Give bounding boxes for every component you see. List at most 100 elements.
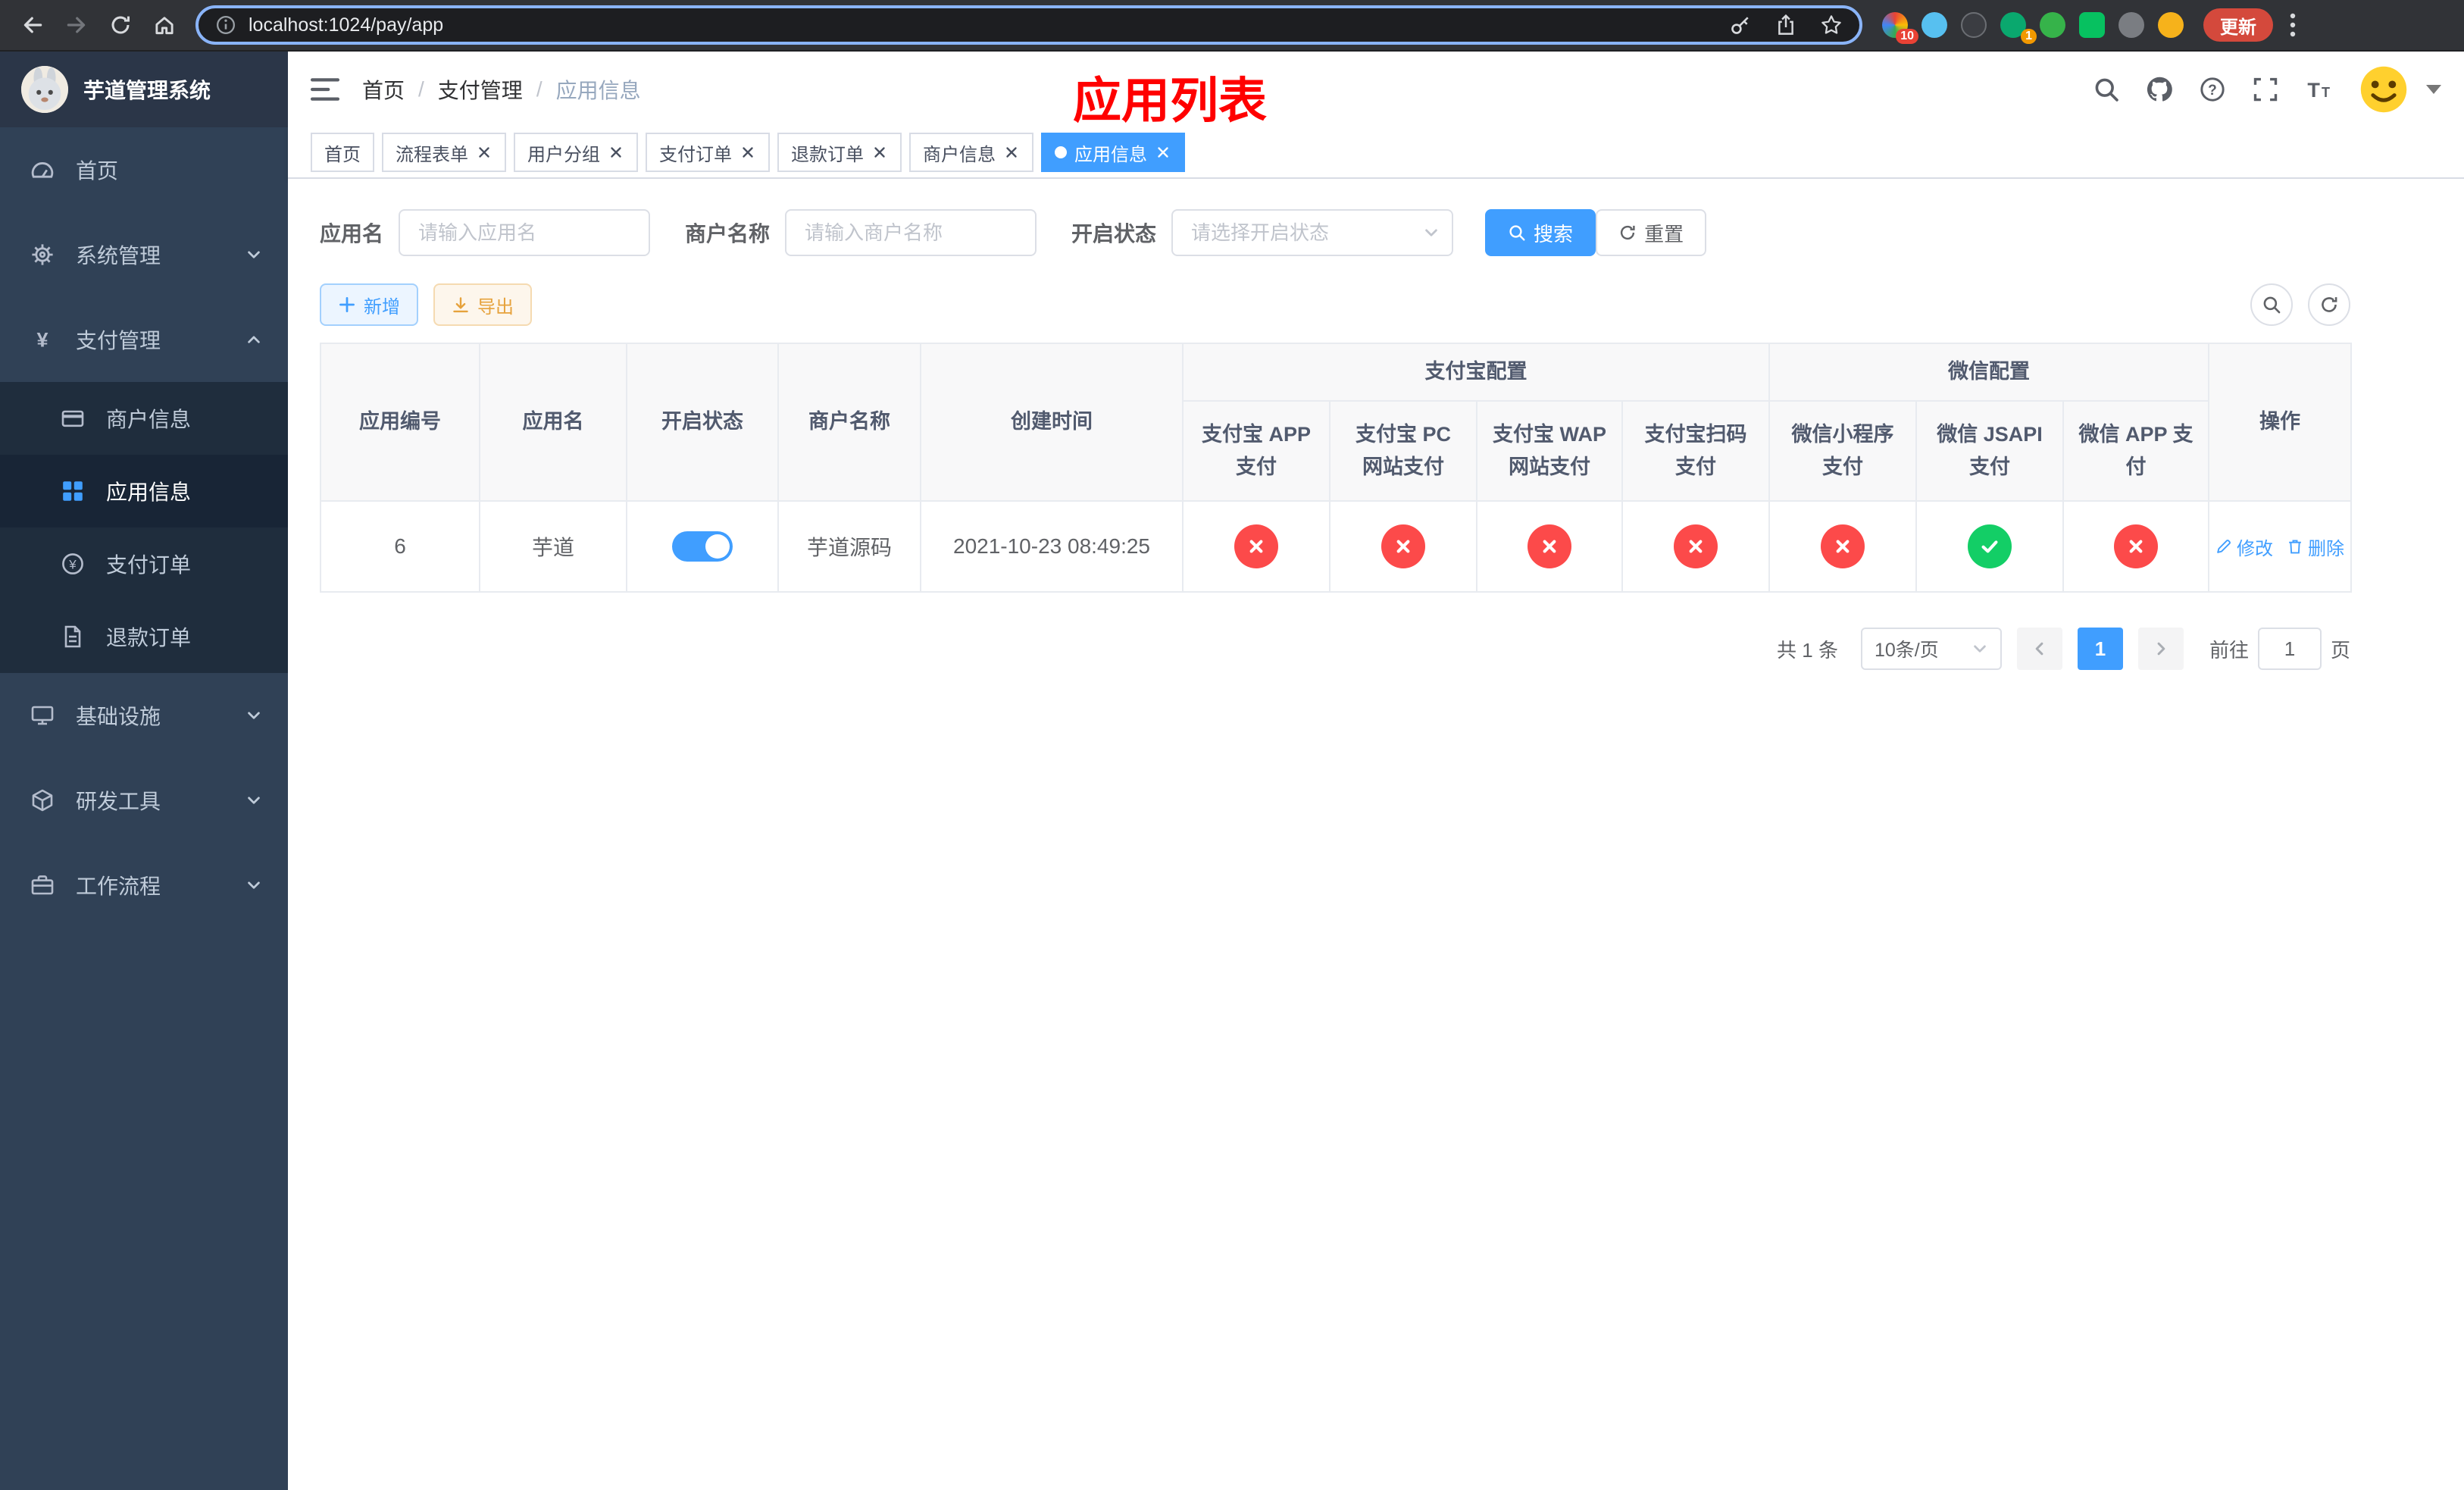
caret-down-icon[interactable] bbox=[2426, 85, 2441, 94]
reload-icon bbox=[108, 13, 133, 37]
url-text[interactable]: localhost:1024/pay/app bbox=[249, 14, 1729, 36]
back-icon bbox=[20, 13, 45, 37]
filter-form: 应用名 商户名称 开启状态 bbox=[320, 209, 2434, 256]
navbar: 首页 / 支付管理 / 应用信息 应用列表 ? TT bbox=[288, 52, 2464, 128]
tab[interactable]: 流程表单 bbox=[382, 133, 506, 172]
sidebar-item-infrastructure[interactable]: 基础设施 bbox=[0, 673, 288, 758]
svg-text:¥: ¥ bbox=[36, 329, 48, 352]
tab[interactable]: 支付订单 bbox=[646, 133, 770, 172]
tab[interactable]: 退款订单 bbox=[777, 133, 902, 172]
extension-icon[interactable] bbox=[1961, 12, 1987, 38]
font-size-icon[interactable]: TT bbox=[2305, 76, 2332, 103]
help-icon[interactable]: ? bbox=[2199, 76, 2226, 103]
tab[interactable]: 用户分组 bbox=[514, 133, 638, 172]
share-icon[interactable] bbox=[1775, 14, 1797, 36]
pay-config-cell bbox=[1768, 500, 1917, 593]
column-header: 微信 APP 支付 bbox=[2062, 400, 2210, 502]
logo-image bbox=[21, 66, 68, 113]
briefcase-icon bbox=[30, 873, 55, 897]
sidebar-item-system[interactable]: 系统管理 bbox=[0, 212, 288, 297]
total-count: 共 1 条 bbox=[1777, 638, 1838, 662]
search-icon[interactable] bbox=[2093, 76, 2120, 103]
app-name-label: 应用名 bbox=[320, 222, 384, 246]
url-bar[interactable]: localhost:1024/pay/app bbox=[195, 5, 1862, 45]
close-icon[interactable] bbox=[1155, 144, 1171, 161]
browser-update-button[interactable]: 更新 bbox=[2203, 8, 2273, 42]
password-key-icon[interactable] bbox=[1729, 14, 1752, 36]
avatar[interactable] bbox=[2358, 64, 2409, 115]
column-header: 支付宝扫码支付 bbox=[1621, 400, 1770, 502]
sidebar-item-home[interactable]: 首页 bbox=[0, 127, 288, 212]
close-icon[interactable] bbox=[476, 144, 492, 161]
svg-text:T: T bbox=[2307, 79, 2320, 102]
back-button[interactable] bbox=[12, 5, 53, 45]
delete-button[interactable]: 删除 bbox=[2287, 534, 2344, 560]
table-toolbar: 新增 导出 bbox=[320, 283, 2350, 326]
sidebar-item-workflow[interactable]: 工作流程 bbox=[0, 843, 288, 928]
goto-page-input[interactable] bbox=[2257, 628, 2322, 670]
reset-button[interactable]: 重置 bbox=[1596, 209, 1707, 256]
next-page-button[interactable] bbox=[2137, 628, 2184, 670]
cube-icon bbox=[30, 788, 55, 812]
github-icon[interactable] bbox=[2146, 76, 2173, 103]
extension-icon[interactable] bbox=[2158, 12, 2184, 38]
search-button[interactable]: 搜索 bbox=[1485, 209, 1596, 256]
export-button[interactable]: 导出 bbox=[433, 283, 532, 326]
site-info-icon[interactable] bbox=[215, 14, 236, 36]
add-button[interactable]: 新增 bbox=[320, 283, 418, 326]
column-header: 创建时间 bbox=[920, 343, 1184, 502]
sidebar-item-dev-tools[interactable]: 研发工具 bbox=[0, 758, 288, 843]
close-icon[interactable] bbox=[608, 144, 624, 161]
pay-config-cell bbox=[1476, 500, 1623, 593]
sidebar-item-merchant-info[interactable]: 商户信息 bbox=[0, 382, 288, 455]
home-button[interactable] bbox=[144, 5, 185, 45]
reload-button[interactable] bbox=[100, 5, 141, 45]
breadcrumb-item[interactable]: 首页 bbox=[362, 74, 405, 105]
sidebar-item-refund-order[interactable]: 退款订单 bbox=[0, 600, 288, 673]
extension-icon[interactable] bbox=[2079, 12, 2105, 38]
tab[interactable]: 应用信息 bbox=[1041, 133, 1185, 172]
pagination: 共 1 条 10条/页 1 前往 页 bbox=[320, 628, 2350, 670]
status-toggle[interactable] bbox=[672, 531, 733, 562]
breadcrumb-item[interactable]: 支付管理 bbox=[438, 74, 523, 105]
merchant-name-input[interactable] bbox=[785, 209, 1037, 256]
extension-icon[interactable] bbox=[2040, 12, 2065, 38]
app-name-input[interactable] bbox=[399, 209, 651, 256]
active-tab-dot bbox=[1055, 146, 1067, 158]
close-icon[interactable] bbox=[871, 144, 888, 161]
status-select-input[interactable] bbox=[1171, 209, 1454, 256]
edit-button[interactable]: 修改 bbox=[2215, 534, 2273, 560]
sidebar-item-app-info[interactable]: 应用信息 bbox=[0, 455, 288, 527]
status-select[interactable] bbox=[1171, 209, 1454, 256]
page-size-select[interactable]: 10条/页 bbox=[1860, 628, 2002, 670]
merchant-name-label: 商户名称 bbox=[685, 222, 771, 246]
page-number-button[interactable]: 1 bbox=[2077, 628, 2123, 670]
card-icon bbox=[61, 406, 85, 430]
browser-menu-button[interactable] bbox=[2276, 5, 2309, 45]
edit-icon bbox=[2215, 538, 2232, 555]
sidebar-item-pay-order[interactable]: ¥ 支付订单 bbox=[0, 527, 288, 600]
extension-icon[interactable]: 1 bbox=[2000, 12, 2037, 44]
refresh-icon bbox=[1618, 224, 1637, 242]
refresh-table-button[interactable] bbox=[2308, 283, 2350, 326]
plus-icon bbox=[338, 296, 356, 314]
extension-icon[interactable] bbox=[2118, 12, 2144, 38]
hamburger-icon[interactable] bbox=[311, 77, 339, 102]
close-icon[interactable] bbox=[1003, 144, 1020, 161]
disabled-cross-icon bbox=[1674, 524, 1718, 568]
tab[interactable]: 商户信息 bbox=[909, 133, 1033, 172]
pay-config-cell bbox=[1182, 500, 1330, 593]
bookmark-star-icon[interactable] bbox=[1820, 14, 1843, 36]
prev-page-button[interactable] bbox=[2016, 628, 2062, 670]
disabled-cross-icon bbox=[2114, 524, 2158, 568]
fullscreen-icon[interactable] bbox=[2252, 76, 2279, 103]
trash-icon bbox=[2287, 538, 2303, 555]
app-logo[interactable]: 芋道管理系统 bbox=[0, 52, 288, 127]
extension-icon[interactable]: 10 bbox=[1882, 12, 1918, 44]
close-icon[interactable] bbox=[740, 144, 756, 161]
extension-icon[interactable] bbox=[1921, 12, 1947, 38]
forward-button[interactable] bbox=[56, 5, 97, 45]
tab[interactable]: 首页 bbox=[311, 133, 374, 172]
sidebar-item-payment[interactable]: ¥ 支付管理 bbox=[0, 297, 288, 382]
toggle-search-button[interactable] bbox=[2250, 283, 2293, 326]
